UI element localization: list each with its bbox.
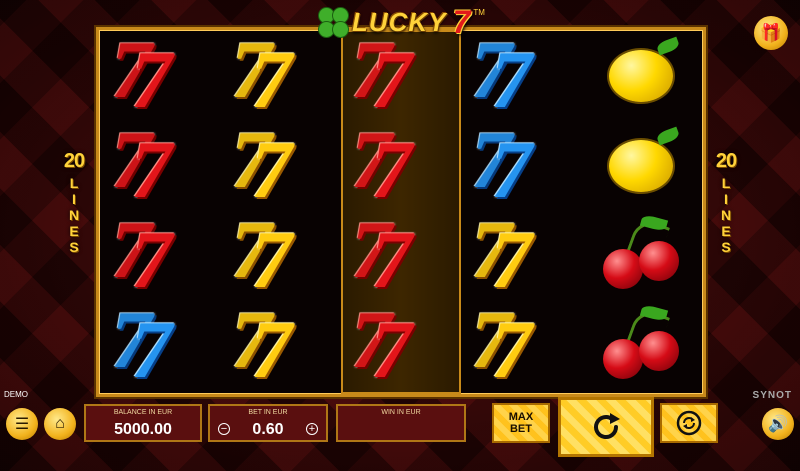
menu-icon[interactable]: ☰ [6,408,38,440]
lines-count-left: 20 [63,150,85,172]
demo-label: DEMO [4,390,28,399]
lines-indicator-right: 20 LINES [712,150,740,255]
reel-1: 77777777 [101,24,221,395]
symbol-seven-blue: 77 [471,24,532,125]
symbol-seven-blue: 77 [471,114,532,215]
symbol-seven-yellow: 77 [231,114,292,215]
symbol-seven-red: 77 [111,114,172,215]
max-bet-button[interactable]: MAX BET [492,403,550,443]
symbol-cherry [586,303,696,389]
symbol-lemon [586,33,696,119]
balance-panel: BALANCE IN EUR 5000.00 [84,404,202,442]
spin-button[interactable] [558,397,654,457]
reel-2: 77777777 [221,24,341,395]
symbol-seven-red: 77 [351,204,412,305]
balance-label: BALANCE IN EUR [113,409,173,416]
symbol-seven-yellow: 77 [471,204,532,305]
logo-text: LUCKY [352,6,447,37]
home-icon[interactable]: ⌂ [44,408,76,440]
trademark: TM [473,8,485,17]
symbol-seven-yellow: 77 [231,294,292,395]
game-logo: LUCKY 7 TM [318,4,485,40]
reels-area: 77777777777777777777777777777777 [96,27,706,397]
bet-plus-button[interactable]: + [306,423,318,435]
gift-icon[interactable]: 🎁 [754,16,788,50]
symbol-seven-blue: 77 [111,294,172,395]
symbol-seven-red: 77 [111,24,172,125]
autoplay-icon [676,410,702,436]
win-label: WIN IN EUR [381,409,421,416]
max-bet-line1: MAX [508,411,534,423]
lines-count-right: 20 [715,150,737,172]
lines-word-right: LINES [718,175,734,255]
balance-value: 5000.00 [114,421,172,438]
max-bet-line2: BET [509,423,532,435]
bet-label: BET IN EUR [248,409,288,416]
clover-icon [318,7,349,38]
reel-5 [581,30,701,394]
brand-label: SYNOT [752,390,792,401]
spin-icon [594,413,620,439]
symbol-seven-red: 77 [351,114,412,215]
reel-3: 77777777 [341,24,461,395]
symbol-seven-yellow: 77 [231,204,292,305]
symbol-seven-red: 77 [111,204,172,305]
bet-panel: BET IN EUR − 0.60 + [208,404,328,442]
lines-indicator-left: 20 LINES [60,150,88,255]
sound-icon[interactable]: 🔊 [762,408,794,440]
symbol-lemon [586,123,696,209]
autoplay-button[interactable] [660,403,718,443]
win-panel: WIN IN EUR [336,404,466,442]
symbol-seven-red: 77 [351,294,412,395]
symbol-seven-yellow: 77 [471,294,532,395]
symbol-seven-yellow: 77 [231,24,292,125]
symbol-cherry [586,213,696,299]
symbol-seven-red: 77 [351,24,412,125]
lines-word-left: LINES [66,175,82,255]
reel-4: 77777777 [461,24,581,395]
logo-seven: 7 [452,3,471,40]
